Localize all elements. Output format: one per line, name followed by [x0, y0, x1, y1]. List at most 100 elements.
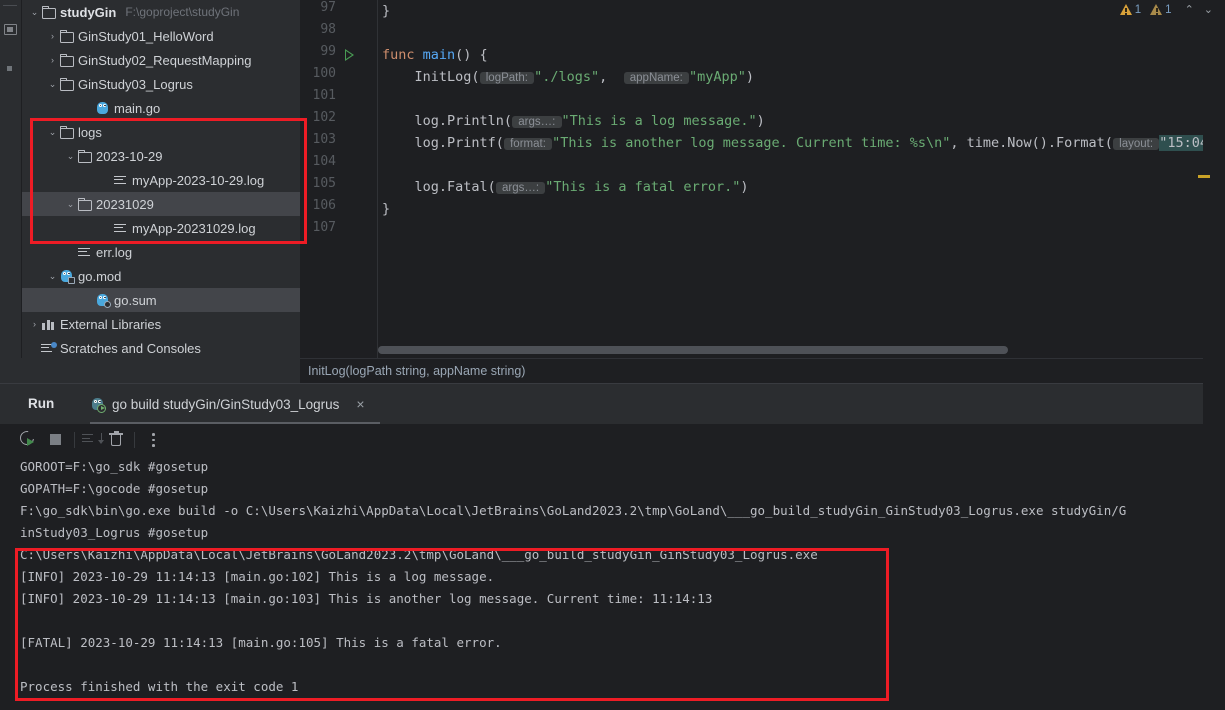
console-line-2: F:\go_sdk\bin\go.exe build -o C:\Users\K… [20, 503, 1127, 518]
code-token: "This is a log message." [561, 113, 757, 129]
code-line-106[interactable]: } [382, 198, 390, 220]
tree-item-studygin[interactable]: ⌄ studyGin F:\goproject\studyGin [22, 0, 300, 24]
code-line-103[interactable]: log.Printf( format: "This is another log… [382, 132, 1217, 154]
line-number-102: 102 [312, 110, 336, 125]
tree-item-label: External Libraries [60, 316, 162, 332]
tree-item-go-mod[interactable]: ⌄ go.mod [22, 264, 300, 288]
code-token: ) [745, 69, 755, 85]
inspection-widget[interactable]: 1 1 ⌃ ⌄ [1119, 3, 1217, 16]
console-line-7 [20, 610, 1225, 632]
tree-item-external-libraries[interactable]: › External Libraries [22, 312, 300, 336]
tree-item-label: main.go [114, 100, 161, 116]
go-file-icon [95, 101, 110, 116]
tree-item-label: err.log [96, 244, 133, 260]
chevron-down-icon[interactable]: ⌄ [64, 151, 77, 162]
right-edge-filler [1203, 0, 1225, 710]
console-line-9 [20, 654, 1225, 676]
run-tab-label: go build studyGin/GinStudy03_Logrus [112, 396, 340, 412]
code-token: log.Println( [382, 113, 513, 129]
chevron-right-icon[interactable]: › [46, 55, 59, 65]
console-line-10: Process finished with the exit code 1 [20, 679, 299, 694]
soft-wrap-button[interactable] [82, 431, 106, 449]
console-line-8: [FATAL] 2023-10-29 11:14:13 [main.go:105… [20, 635, 502, 650]
code-token: "./logs" [534, 69, 600, 85]
editor-gutter[interactable]: 97 98 99 100 101 102 103 104 105 106 107 [300, 0, 378, 358]
run-console-output[interactable]: GOROOT=F:\go_sdk #gosetup GOPATH=F:\gocod… [0, 456, 1225, 710]
tree-item-label: 2023-10-29 [96, 148, 163, 164]
chevron-down-icon[interactable]: ⌄ [46, 79, 59, 90]
tree-item-ginstudy02-requestmapping[interactable]: › GinStudy02_RequestMapping [22, 48, 300, 72]
run-configuration-tab[interactable]: go build studyGin/GinStudy03_Logrus × [84, 384, 380, 424]
line-number-106: 106 [312, 198, 336, 213]
editor-horizontal-scrollbar[interactable] [378, 344, 1225, 356]
tree-item-go-sum[interactable]: ·go.sum [22, 288, 300, 312]
code-line-100[interactable]: InitLog( logPath: "./logs", appName: "my… [382, 66, 755, 88]
tree-item-myapp-2023-10-29-log[interactable]: ·myApp-2023-10-29.log [22, 168, 300, 192]
editor-code-area[interactable]: } func main() { InitLog( logPath: "./logs… [378, 0, 1225, 340]
go-run-config-icon [90, 397, 106, 413]
tree-item-2023-10-29[interactable]: ⌄ 2023-10-29 [22, 144, 300, 168]
line-number-103: 103 [312, 132, 336, 147]
warning-count: 1 [1134, 3, 1142, 16]
more-options-button[interactable] [144, 431, 162, 449]
log-file-icon [113, 173, 128, 188]
code-line-99[interactable]: func main() { [382, 44, 488, 66]
tree-item-label: GinStudy03_Logrus [78, 76, 193, 92]
code-token: InitLog( [382, 69, 480, 85]
tree-item-20231029[interactable]: ⌄ 20231029 [22, 192, 300, 216]
project-tool-window-icon[interactable] [4, 24, 18, 38]
code-token: , [599, 69, 624, 85]
code-token: "This is a fatal error." [545, 179, 741, 195]
rerun-button[interactable] [17, 428, 38, 449]
line-number-98: 98 [320, 22, 336, 37]
project-tree[interactable]: ⌄ studyGin F:\goproject\studyGin › GinStudy0… [22, 0, 300, 380]
left-tool-window-strip [0, 0, 22, 380]
chevron-down-icon[interactable]: ⌄ [46, 271, 59, 282]
chevron-up-icon[interactable]: ⌃ [1181, 3, 1198, 16]
chevron-down-icon[interactable]: ⌄ [28, 7, 41, 18]
chevron-down-icon[interactable]: ⌄ [46, 127, 59, 138]
clear-all-button[interactable] [108, 431, 126, 449]
tree-item-ginstudy03-logrus[interactable]: ⌄ GinStudy03_Logrus [22, 72, 300, 96]
go-sum-icon [95, 293, 111, 308]
code-editor[interactable]: 97 98 99 100 101 102 103 104 105 106 107 } func mai… [300, 0, 1225, 358]
horizontal-scroll-thumb[interactable] [378, 346, 1008, 354]
tree-item-logs[interactable]: ⌄ logs [22, 120, 300, 144]
run-line-icon-inner [346, 51, 352, 59]
code-token: log.Fatal( [382, 179, 496, 195]
code-token: } [382, 201, 391, 217]
tree-item-scratches-and-consoles[interactable]: ·Scratches and Consoles [22, 336, 300, 360]
tree-item-label: go.sum [114, 292, 157, 308]
stop-button[interactable] [48, 431, 66, 449]
tree-item-myapp-20231029-log[interactable]: ·myApp-20231029.log [22, 216, 300, 240]
warning-gutter-marker[interactable] [1198, 175, 1210, 178]
chevron-down-icon[interactable]: ⌄ [64, 199, 77, 210]
parameter-hint: args…: [512, 116, 562, 128]
code-line-102[interactable]: log.Println( args…: "This is a log messa… [382, 110, 765, 132]
code-token: "This is another log message. Current ti… [552, 135, 951, 151]
line-number-104: 104 [312, 154, 336, 169]
tree-item-main-go[interactable]: ·main.go [22, 96, 300, 120]
chevron-right-icon[interactable]: › [46, 31, 59, 41]
console-line-3: inStudy03_Logrus #gosetup [20, 525, 209, 540]
line-number-99: 99 [320, 44, 336, 59]
code-line-97[interactable]: } [382, 0, 390, 22]
code-line-105[interactable]: log.Fatal( args…: "This is a fatal error… [382, 176, 749, 198]
code-token: } [382, 3, 391, 19]
folder-icon [41, 5, 56, 20]
chevron-right-icon[interactable]: › [28, 319, 41, 329]
goland-ide-window: ⌄ studyGin F:\goproject\studyGin › GinStudy0… [0, 0, 1225, 710]
run-toolbar [0, 424, 1225, 456]
tree-item-ginstudy01-helloword[interactable]: › GinStudy01_HelloWord [22, 24, 300, 48]
chevron-down-icon[interactable]: ⌄ [1200, 3, 1217, 16]
code-token: , time.Now().Format( [950, 135, 1113, 151]
code-token: func [382, 47, 423, 63]
signature-hint-text: InitLog(logPath string, appName string) [308, 364, 526, 378]
bookmarks-tool-window-icon[interactable] [4, 62, 18, 76]
tree-item-err-log[interactable]: ·err.log [22, 240, 300, 264]
close-icon[interactable]: × [356, 396, 364, 412]
run-tool-window: Run go build studyGin/GinStudy03_Logrus … [0, 383, 1225, 710]
line-number-107: 107 [312, 220, 336, 235]
weak-warning-count: 1 [1165, 3, 1172, 16]
code-token: () { [455, 47, 488, 63]
